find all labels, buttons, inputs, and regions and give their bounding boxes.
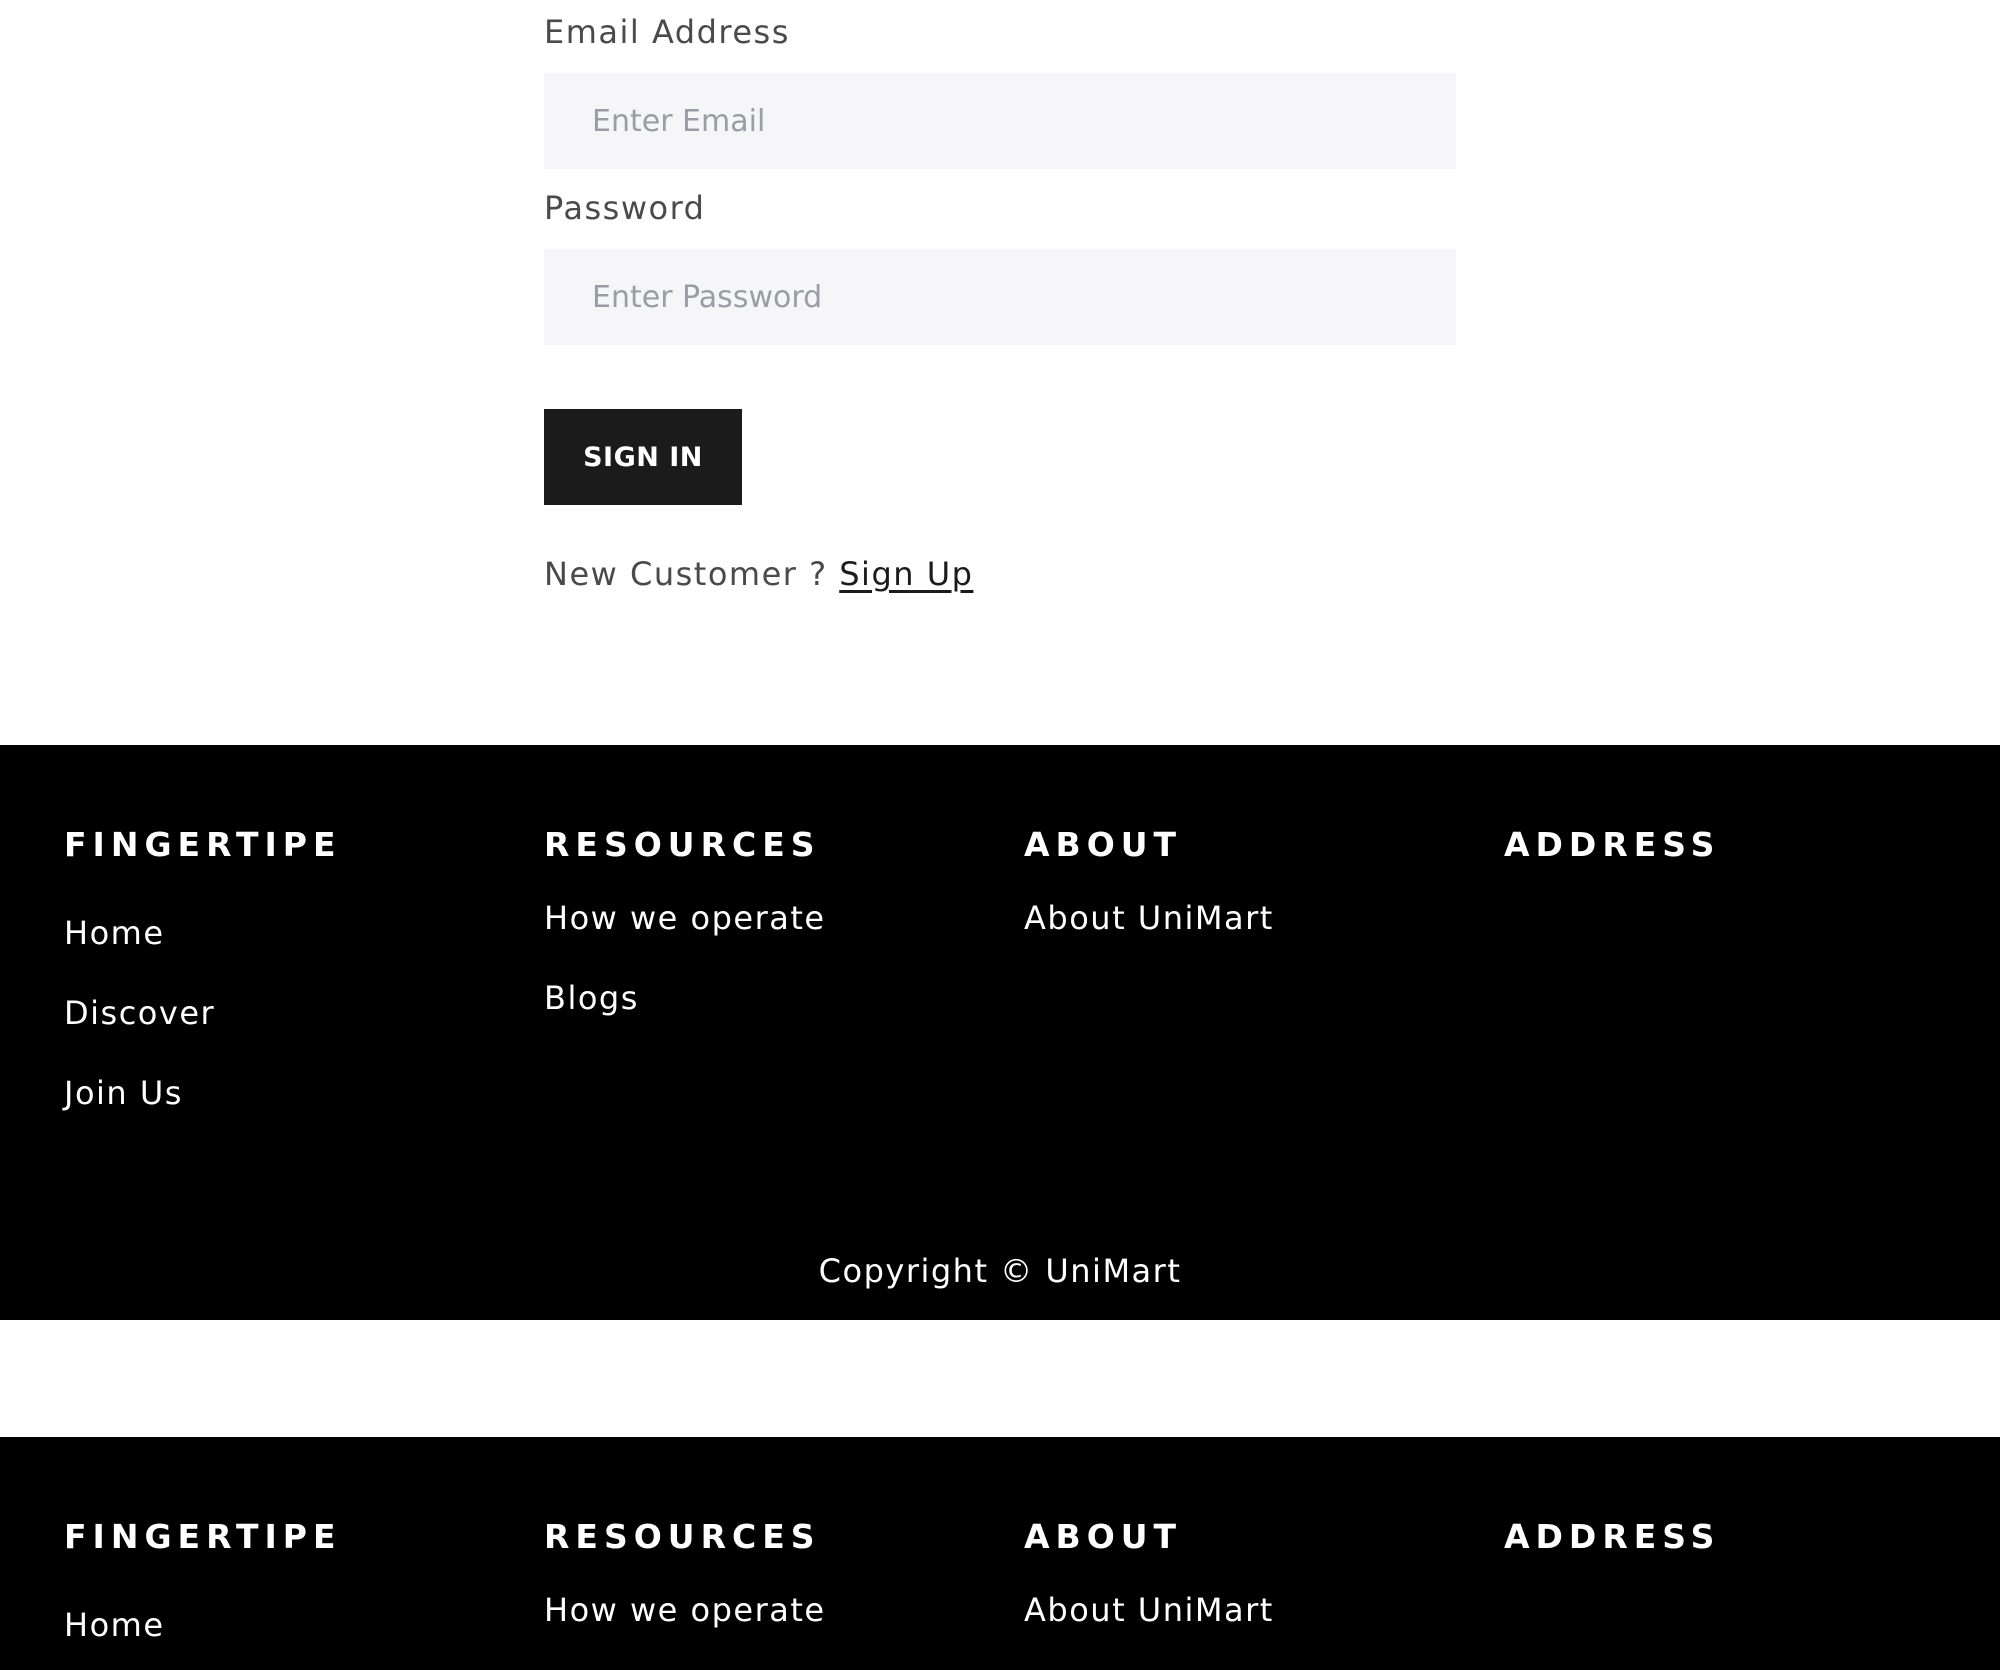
footer-link-about-unimart[interactable]: About UniMart (1024, 902, 1274, 934)
footer-heading: ABOUT (1024, 1517, 1183, 1556)
page: Email Address Password SIGN IN New Custo… (0, 0, 2000, 1670)
footer-heading: ABOUT (1024, 825, 1183, 864)
footer-link-join-us[interactable]: Join Us (64, 1077, 183, 1109)
copyright-text: Copyright © UniMart (818, 1252, 1182, 1290)
email-field[interactable] (544, 73, 1456, 169)
footer-link-about-unimart[interactable]: About UniMart (1024, 1594, 1274, 1626)
footer-heading: ADDRESS (1504, 1517, 1721, 1556)
footer-link-home[interactable]: Home (64, 917, 165, 949)
site-footer-duplicate: FINGERTIPE Home RESOURCES How we operate… (0, 1437, 2000, 1670)
footer-heading: FINGERTIPE (64, 825, 342, 864)
footer-link-home[interactable]: Home (64, 1609, 165, 1641)
footer-heading: ADDRESS (1504, 825, 1721, 864)
new-customer-prompt: New Customer ? Sign Up (544, 558, 973, 590)
footer-heading: FINGERTIPE (64, 1517, 342, 1556)
footer-link-how-we-operate[interactable]: How we operate (544, 902, 826, 934)
footer-link-discover[interactable]: Discover (64, 997, 215, 1029)
footer-link-how-we-operate[interactable]: How we operate (544, 1594, 826, 1626)
sign-in-button[interactable]: SIGN IN (544, 409, 742, 505)
password-field[interactable] (544, 249, 1456, 345)
email-label: Email Address (544, 13, 790, 51)
site-footer: FINGERTIPE Home Discover Join Us RESOURC… (0, 745, 2000, 1320)
new-customer-text: New Customer ? (544, 555, 828, 593)
sign-up-link[interactable]: Sign Up (839, 555, 973, 593)
password-label: Password (544, 189, 706, 227)
footer-heading: RESOURCES (544, 1517, 821, 1556)
footer-heading: RESOURCES (544, 825, 821, 864)
footer-link-blogs[interactable]: Blogs (544, 982, 639, 1014)
